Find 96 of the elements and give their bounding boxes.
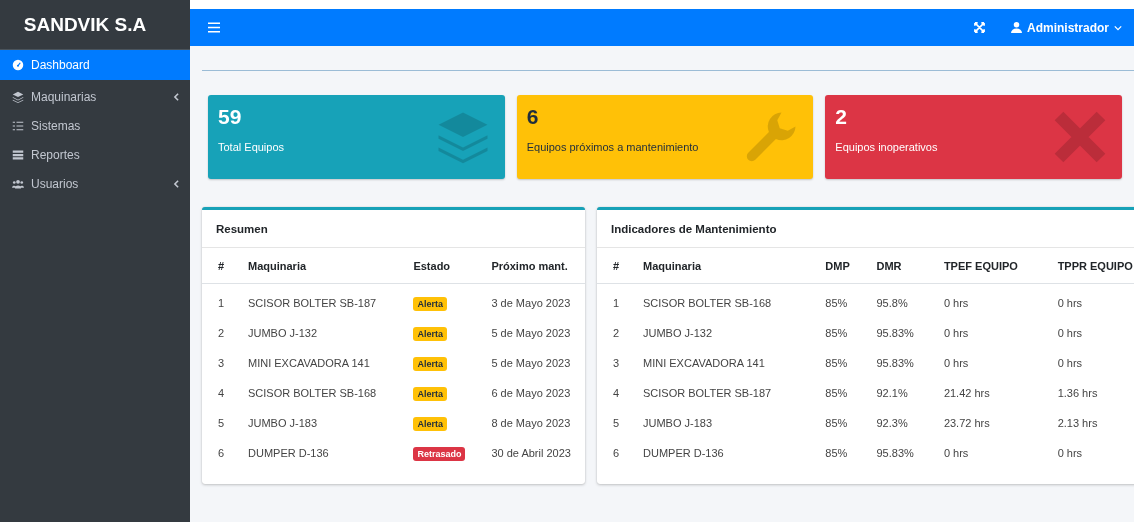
column-header: Maquinaria xyxy=(627,248,810,284)
table-cell-text: 5 de Mayo 2023 xyxy=(490,326,572,341)
table-cell-text: 6 de Mayo 2023 xyxy=(490,386,572,401)
gauge-icon xyxy=(12,59,24,71)
table-cell-text: 21.42 hrs xyxy=(942,386,991,401)
users-icon xyxy=(12,177,24,190)
table-cell-text: 6 xyxy=(612,446,621,461)
table-cell: 3 de Mayo 2023 xyxy=(475,283,585,318)
status-badge: Alerta xyxy=(413,327,447,341)
table-cell: SCISOR BOLTER SB-168 xyxy=(627,283,810,318)
table-cell: 1 xyxy=(202,283,232,318)
status-badge: Alerta xyxy=(413,297,447,311)
stat-value: 59 xyxy=(218,105,243,129)
table-cell-text: 0 hrs xyxy=(942,326,970,341)
menu-icon xyxy=(208,22,220,33)
table-cell-text: JUMBO J-183 xyxy=(247,416,319,431)
column-header: DMP xyxy=(809,248,861,284)
table-cell-text: 4 xyxy=(612,386,621,401)
list-icon xyxy=(12,119,24,132)
status-badge: Alerta xyxy=(413,357,447,371)
sidebar-item[interactable]: Sistemas xyxy=(0,111,190,140)
table-cell-text: 2 xyxy=(612,326,621,341)
table-cell-text: 5 de Mayo 2023 xyxy=(490,356,572,371)
column-header: # xyxy=(202,248,232,284)
table-cell-text: 95.83% xyxy=(875,356,915,371)
table-icon xyxy=(12,148,24,161)
column-header: TPEF EQUIPO xyxy=(927,248,1042,284)
table-cell-text: MINI EXCAVADORA 141 xyxy=(642,356,766,371)
table-cell: SCISOR BOLTER SB-187 xyxy=(232,283,398,318)
stat-label: Equipos inoperativos xyxy=(835,141,939,153)
table-cell-text: 85% xyxy=(824,356,849,371)
table-cell: 0 hrs xyxy=(1041,283,1134,318)
table-cell-text: MINI EXCAVADORA 141 xyxy=(247,356,371,371)
table-cell-text: 2 xyxy=(217,326,226,341)
table-cell-text: 3 xyxy=(217,356,226,371)
column-header: Maquinaria xyxy=(232,248,398,284)
table-cell-text: DUMPER D-136 xyxy=(247,446,330,461)
table-cell-text: 0 hrs xyxy=(1056,356,1084,371)
status-badge: Retrasado xyxy=(413,447,466,461)
table-cell-text: 92.3% xyxy=(875,416,909,431)
chevron-icon xyxy=(173,179,180,188)
table-cell-text: SCISOR BOLTER SB-187 xyxy=(642,386,773,401)
user-icon xyxy=(1011,22,1022,33)
column-header: # xyxy=(597,248,627,284)
column-header: Estado xyxy=(397,248,476,284)
close-icon xyxy=(1052,109,1108,165)
table-cell-text: 92.1% xyxy=(875,386,909,401)
sidebar-item[interactable]: Dashboard xyxy=(0,50,190,80)
table-cell-text: 85% xyxy=(824,446,849,461)
table-cell-text: 4 xyxy=(217,386,226,401)
table-cell-text: 1.36 hrs xyxy=(1056,386,1099,401)
table-cell: 1 xyxy=(597,283,627,318)
column-header: TPPR EQUIPO xyxy=(1041,248,1134,284)
status-badge: Alerta xyxy=(413,417,447,431)
chevron-icon xyxy=(173,92,180,101)
table-cell-text: 5 xyxy=(612,416,621,431)
table-cell-text: 0 hrs xyxy=(942,356,970,371)
stat-value: 6 xyxy=(526,105,540,129)
stat-label: Total Equipos xyxy=(218,141,286,153)
table-cell-text: 95.83% xyxy=(875,326,915,341)
table-cell-text: 23.72 hrs xyxy=(942,416,991,431)
expand-icon xyxy=(974,22,985,33)
layers-icon xyxy=(12,90,24,103)
table-cell-text: JUMBO J-183 xyxy=(642,416,714,431)
table-cell-text: 6 xyxy=(217,446,226,461)
status-badge: Alerta xyxy=(413,387,447,401)
table-cell-text: 8 de Mayo 2023 xyxy=(490,416,572,431)
table-cell-text: 0 hrs xyxy=(1056,446,1084,461)
table-cell-text: 85% xyxy=(824,386,849,401)
table-cell-text: JUMBO J-132 xyxy=(642,326,714,341)
table-cell: 0 hrs xyxy=(927,283,1042,318)
table-cell-text: 3 xyxy=(612,356,621,371)
table-cell-text: 95.83% xyxy=(875,446,915,461)
stat-value: 2 xyxy=(835,105,849,129)
column-header: Próximo mant. xyxy=(475,248,585,284)
column-header: DMR xyxy=(860,248,928,284)
table-cell: 95.8% xyxy=(860,283,928,318)
table-cell-text: 5 xyxy=(217,416,226,431)
user-menu[interactable]: Administrador xyxy=(1011,16,1122,39)
table-cell-text: 30 de Abril 2023 xyxy=(490,446,572,461)
table-cell-text: 85% xyxy=(824,416,849,431)
table-cell-text: 0 hrs xyxy=(942,446,970,461)
table-cell: 85% xyxy=(809,283,861,318)
table-cell-text: SCISOR BOLTER SB-168 xyxy=(247,386,378,401)
sidebar-item[interactable]: Maquinarias xyxy=(0,82,190,111)
table-cell-text: 85% xyxy=(824,326,849,341)
card-title: Indicadores de Mantenimiento xyxy=(597,210,1134,248)
table-cell-text: DUMPER D-136 xyxy=(642,446,725,461)
card-title: Resumen xyxy=(202,210,585,248)
sidebar-item[interactable]: Reportes xyxy=(0,140,190,169)
caret-icon xyxy=(1114,24,1122,31)
table-cell-text: 0 hrs xyxy=(1056,326,1084,341)
sidebar-item[interactable]: Usuarios xyxy=(0,169,190,198)
table-cell-text: 2.13 hrs xyxy=(1056,416,1099,431)
table-cell-text: JUMBO J-132 xyxy=(247,326,319,341)
stat-label: Equipos próximos a mantenimiento xyxy=(526,141,700,153)
